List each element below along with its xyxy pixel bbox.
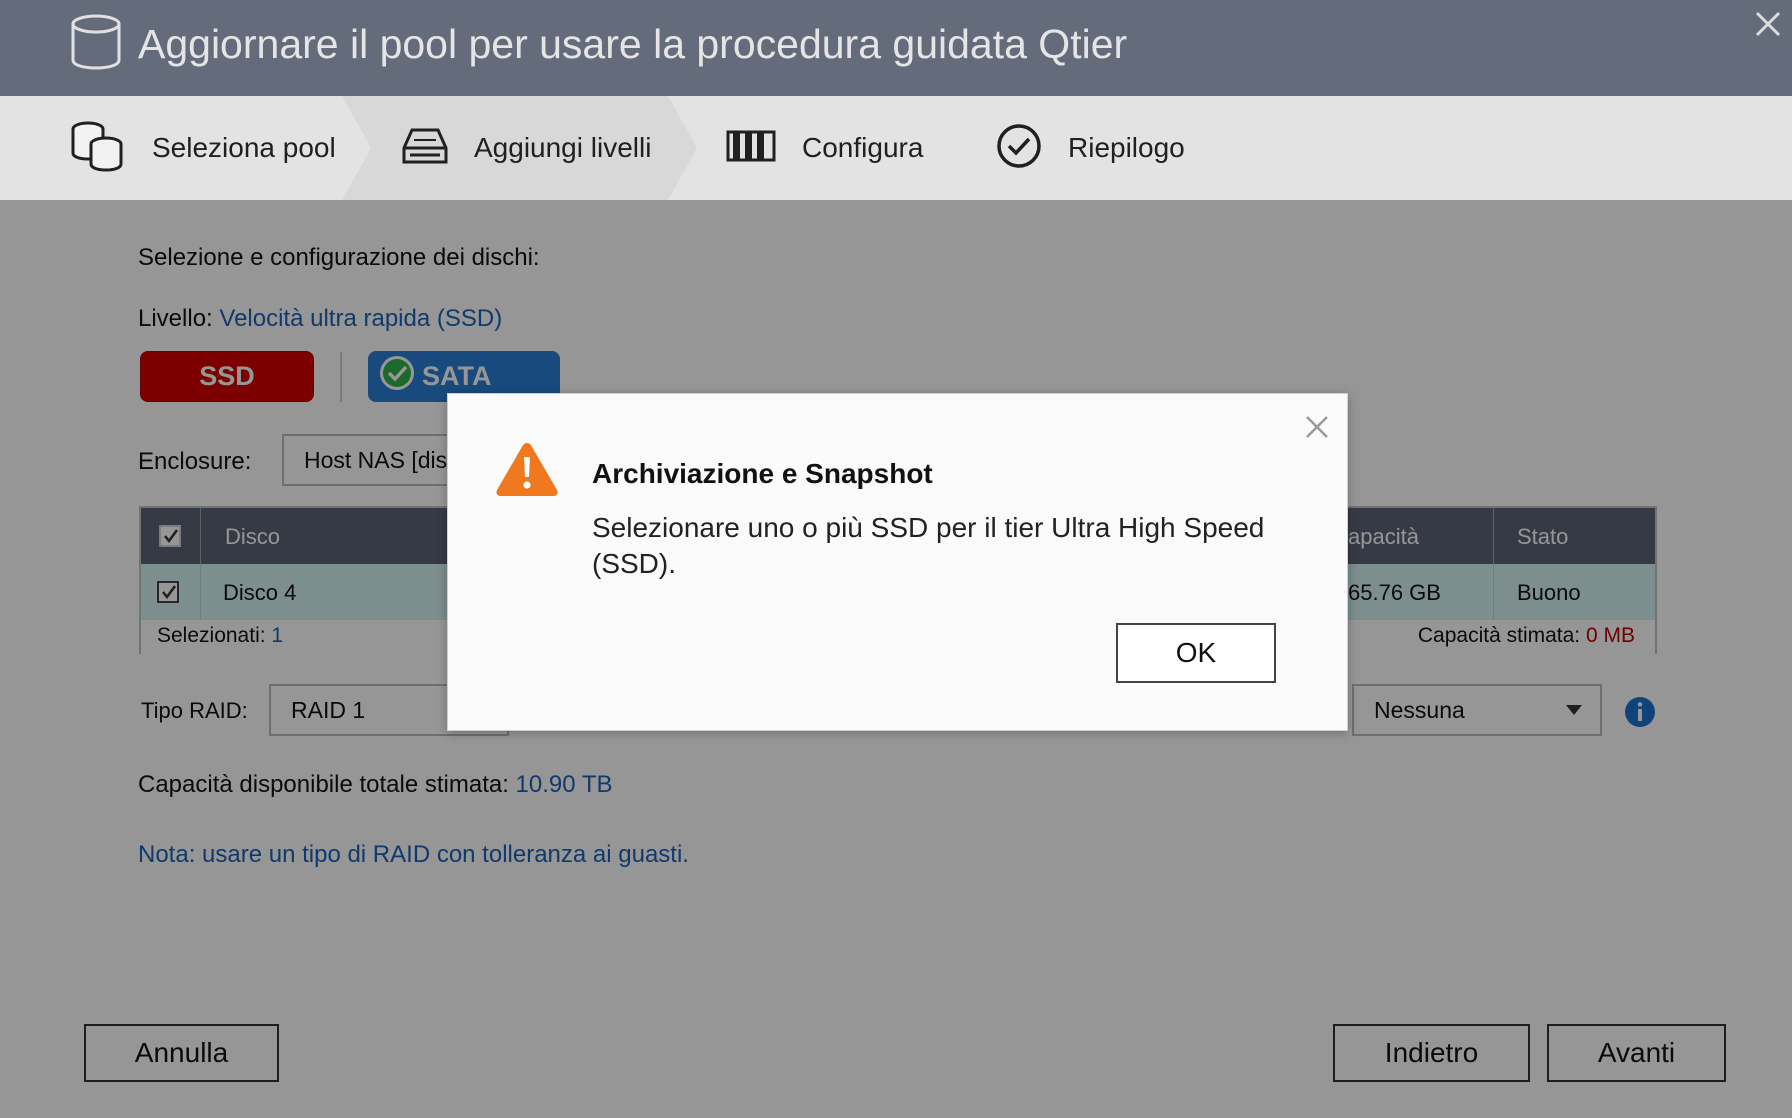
alert-dialog: Archiviazione e Snapshot Selezionare uno…	[447, 393, 1348, 731]
dialog-message: Selezionare uno o più SSD per il tier Ul…	[592, 512, 1265, 579]
dialog-close-icon[interactable]	[1304, 414, 1330, 445]
ok-button[interactable]: OK	[1116, 623, 1276, 683]
warning-icon	[494, 440, 560, 503]
dialog-title: Archiviazione e Snapshot	[592, 458, 933, 489]
modal-backdrop-top	[0, 0, 1792, 200]
